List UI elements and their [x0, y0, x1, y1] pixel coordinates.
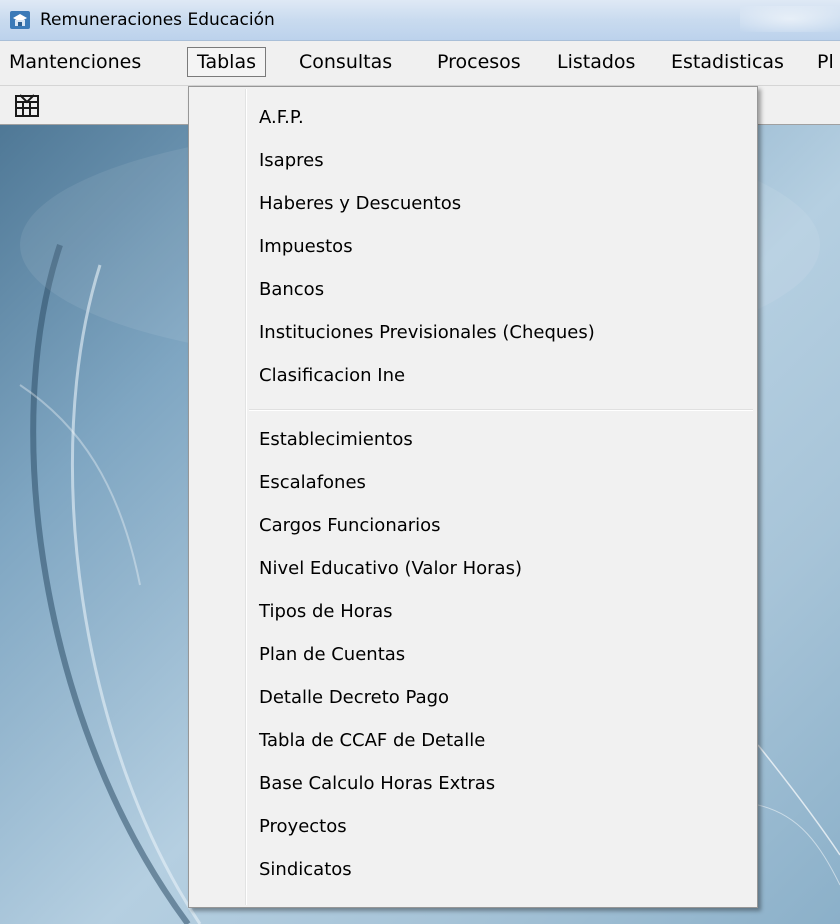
menu-item-tabla-ccaf-detalle[interactable]: Tabla de CCAF de Detalle — [191, 720, 755, 762]
menu-item-establecimientos[interactable]: Establecimientos — [191, 419, 755, 461]
menu-item-bancos[interactable]: Bancos — [191, 269, 755, 311]
menu-item-sindicatos[interactable]: Sindicatos — [191, 849, 755, 891]
window-title: Remuneraciones Educación — [40, 10, 275, 30]
tablas-dropdown-menu: A.F.P. Isapres Haberes y Descuentos Impu… — [188, 86, 758, 908]
menu-item-tipos-de-horas[interactable]: Tipos de Horas — [191, 591, 755, 633]
menu-item-plan-de-cuentas[interactable]: Plan de Cuentas — [191, 634, 755, 676]
menu-item-base-calculo-horas-extras[interactable]: Base Calculo Horas Extras — [191, 763, 755, 805]
menu-item-clasificacion-ine[interactable]: Clasificacion Ine — [191, 355, 755, 397]
menu-item-afp[interactable]: A.F.P. — [191, 97, 755, 139]
title-bar[interactable]: Remuneraciones Educación — [0, 0, 840, 41]
grid-table-icon[interactable] — [13, 93, 41, 119]
menu-procesos[interactable]: Procesos — [428, 47, 530, 77]
app-icon — [10, 11, 30, 29]
menu-separator — [249, 409, 753, 411]
menu-item-proyectos[interactable]: Proyectos — [191, 806, 755, 848]
title-bar-glow — [740, 6, 840, 32]
menu-tablas[interactable]: Tablas — [187, 47, 266, 77]
menu-estadisticas[interactable]: Estadisticas — [662, 47, 793, 77]
menu-consultas[interactable]: Consultas — [290, 47, 401, 77]
menu-item-cargos-funcionarios[interactable]: Cargos Funcionarios — [191, 505, 755, 547]
menu-item-nivel-educativo[interactable]: Nivel Educativo (Valor Horas) — [191, 548, 755, 590]
menu-pl[interactable]: Pl — [808, 47, 840, 77]
menu-item-isapres[interactable]: Isapres — [191, 140, 755, 182]
menu-item-escalafones[interactable]: Escalafones — [191, 462, 755, 504]
menu-item-detalle-decreto-pago[interactable]: Detalle Decreto Pago — [191, 677, 755, 719]
menu-item-instituciones-previsionales[interactable]: Instituciones Previsionales (Cheques) — [191, 312, 755, 354]
menu-item-haberes-descuentos[interactable]: Haberes y Descuentos — [191, 183, 755, 225]
menu-listados[interactable]: Listados — [548, 47, 644, 77]
menu-bar: Mantenciones Tablas Consultas Procesos L… — [0, 41, 840, 86]
menu-item-impuestos[interactable]: Impuestos — [191, 226, 755, 268]
menu-mantenciones[interactable]: Mantenciones — [0, 47, 150, 77]
